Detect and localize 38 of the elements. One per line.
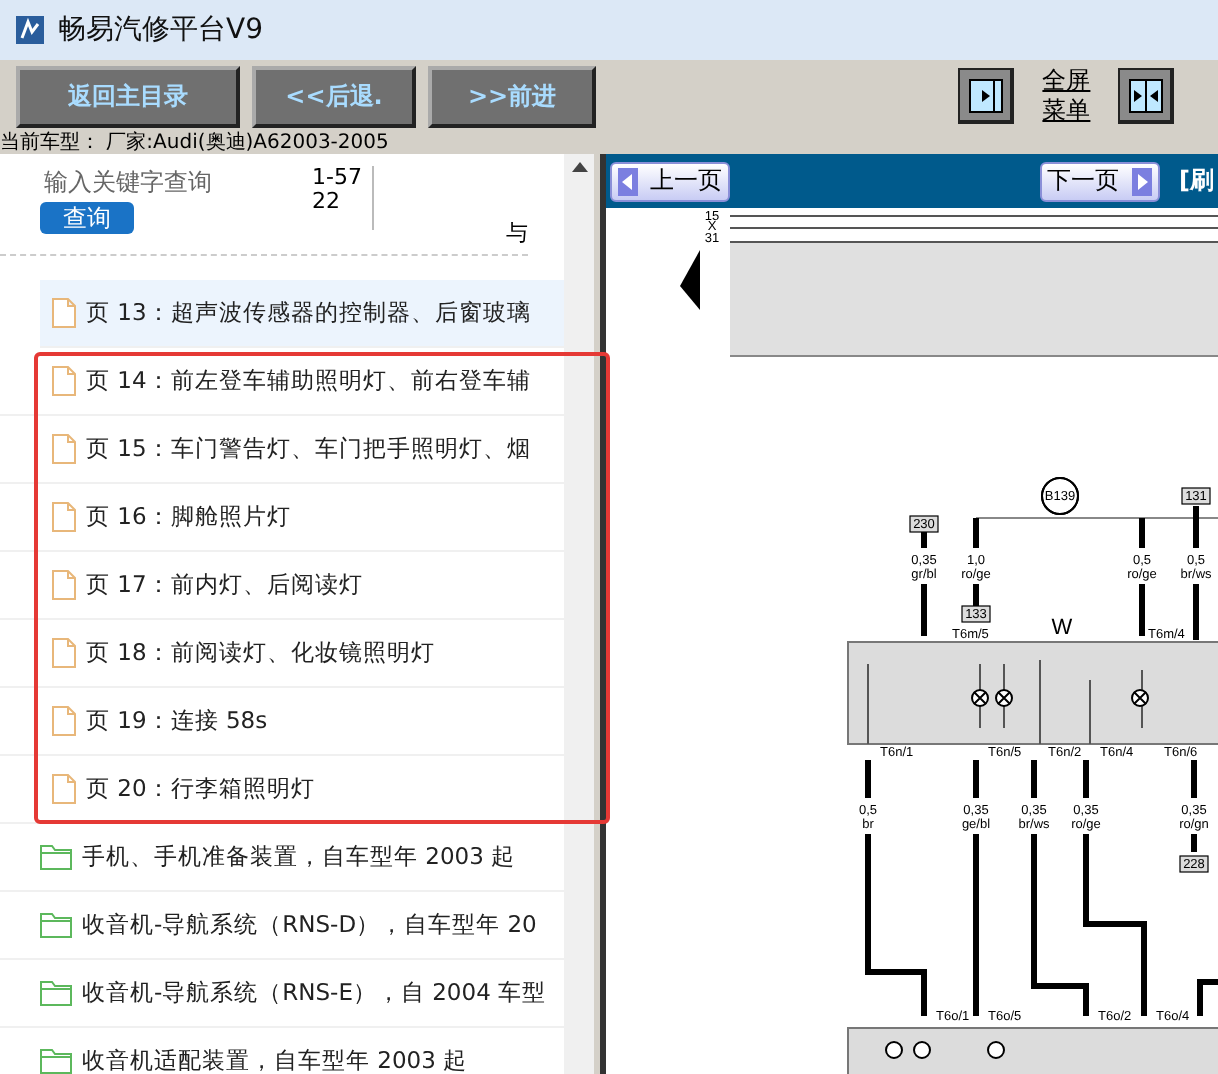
diagram-label: W bbox=[1051, 616, 1073, 640]
folder-icon bbox=[40, 912, 72, 938]
tree-item[interactable]: 页 15：车门警告灯、车门把手照明灯、烟 bbox=[0, 416, 564, 484]
tree-item[interactable]: 页 13：超声波传感器的控制器、后窗玻璃 bbox=[40, 280, 564, 348]
next-page-button[interactable]: 下一页 bbox=[1039, 161, 1160, 201]
document-icon bbox=[52, 570, 76, 600]
scroll-up-icon[interactable] bbox=[571, 162, 587, 172]
tree-item[interactable]: 页 16：脚舱照片灯 bbox=[0, 484, 564, 552]
tree-item[interactable]: 收音机-导航系统（RNS-E），自 2004 车型 bbox=[0, 960, 564, 1028]
document-icon bbox=[52, 298, 76, 328]
document-icon bbox=[52, 706, 76, 736]
page-range: 1-5722 bbox=[312, 166, 374, 230]
tree-item[interactable]: 页 17：前内灯、后阅读灯 bbox=[0, 552, 564, 620]
app-icon bbox=[16, 16, 44, 44]
folder-icon bbox=[40, 844, 72, 870]
window-title: 畅易汽修平台V9 bbox=[58, 12, 263, 48]
left-arrow-icon bbox=[618, 167, 638, 195]
document-icon bbox=[52, 774, 76, 804]
tree-item[interactable]: 页 18：前阅读灯、化妆镜照明灯 bbox=[0, 620, 564, 688]
scrollbar[interactable] bbox=[564, 154, 594, 1074]
tree-item[interactable]: 页 14：前左登车辅助照明灯、前右登车辅 bbox=[0, 348, 564, 416]
document-icon bbox=[52, 502, 76, 532]
column-3-text: 与 bbox=[506, 218, 528, 250]
tree-item[interactable]: 手机、手机准备装置，自车型年 2003 起 bbox=[0, 824, 564, 892]
fullscreen-menu-link[interactable]: 全屏菜单 bbox=[1038, 66, 1094, 126]
split-view-icon[interactable] bbox=[1118, 68, 1174, 124]
document-icon bbox=[52, 434, 76, 464]
document-icon bbox=[52, 366, 76, 396]
panel-toggle-icon[interactable] bbox=[958, 68, 1015, 124]
document-icon bbox=[52, 638, 76, 668]
previous-page-button[interactable]: 上一页 bbox=[610, 161, 730, 201]
vehicle-info: 当前车型： 厂家:Audi(奥迪)A62003-2005 bbox=[0, 132, 391, 154]
folder-icon bbox=[40, 980, 72, 1006]
refresh-link[interactable]: [刷 bbox=[1179, 164, 1214, 198]
tree-item[interactable]: 页 19：连接 58s bbox=[0, 688, 564, 756]
tree-item[interactable]: 收音机-导航系统（RNS-D），自车型年 20 bbox=[0, 892, 564, 960]
search-button[interactable]: 查询 bbox=[40, 202, 134, 234]
right-arrow-icon bbox=[1131, 167, 1152, 195]
